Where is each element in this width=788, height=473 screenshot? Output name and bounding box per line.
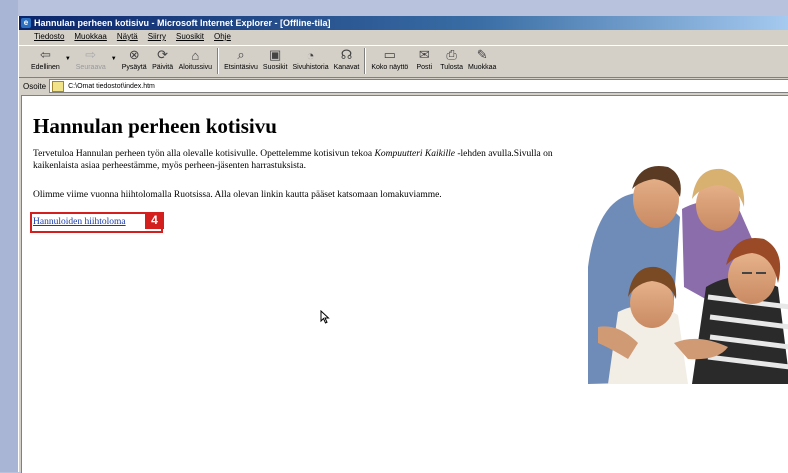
refresh-button[interactable]: ⟳ Päivitä bbox=[152, 46, 174, 77]
vacation-paragraph: Olimme viime vuonna hiihtolomalla Ruotsi… bbox=[33, 190, 442, 200]
menu-edit[interactable]: Muokkaa bbox=[74, 30, 106, 44]
intro-paragraph: Tervetuloa Hannulan perheen työn alla ol… bbox=[33, 149, 553, 171]
page-viewport: Hannulan perheen kotisivu Tervetuloa Han… bbox=[21, 95, 788, 473]
desktop-edge bbox=[0, 0, 18, 472]
mouse-cursor-icon bbox=[320, 310, 330, 324]
back-arrow-icon: ⇦ bbox=[39, 47, 51, 62]
fullscreen-icon: ▭ bbox=[383, 47, 396, 62]
family-photo bbox=[588, 165, 788, 384]
address-value: C:\Omat tiedostot\index.htm bbox=[68, 82, 155, 90]
forward-arrow-icon: ⇨ bbox=[85, 47, 97, 62]
page-icon bbox=[52, 80, 65, 92]
menu-go[interactable]: Siirry bbox=[148, 30, 166, 44]
history-button[interactable]: ◔ Sivuhistoria bbox=[292, 46, 328, 77]
edit-button[interactable]: ✎ Muokkaa bbox=[468, 46, 496, 77]
forward-button[interactable]: ⇨ Seuraava bbox=[76, 46, 106, 77]
favorites-button[interactable]: ▣ Suosikit bbox=[263, 46, 288, 77]
back-dropdown-icon[interactable]: ▼ bbox=[65, 56, 71, 62]
menu-view[interactable]: Näytä bbox=[117, 30, 138, 44]
home-icon: ⌂ bbox=[191, 47, 200, 63]
address-label: Osoite bbox=[23, 81, 47, 91]
toolbar-separator bbox=[217, 48, 220, 74]
magazine-name: Kompuutteri Kaikille bbox=[374, 149, 455, 159]
fullscreen-button[interactable]: ▭ Koko näyttö bbox=[371, 46, 408, 77]
address-input[interactable]: C:\Omat tiedostot\index.htm bbox=[49, 79, 788, 93]
toolbar: ⇦ Edellinen ▼ ⇨ Seuraava ▼ ⊗ Pysäytä ⟳ P… bbox=[19, 45, 788, 78]
ie-logo-icon: e bbox=[21, 18, 31, 28]
print-icon: ⎙ bbox=[446, 47, 457, 62]
toolbar-separator bbox=[364, 48, 367, 74]
home-button[interactable]: ⌂ Aloitussivu bbox=[179, 46, 212, 77]
history-icon: ◔ bbox=[306, 47, 315, 63]
address-bar: Osoite C:\Omat tiedostot\index.htm bbox=[19, 79, 788, 93]
search-button[interactable]: ⌕ Etsintäsivu bbox=[224, 46, 258, 77]
menu-file[interactable]: Tiedosto bbox=[34, 30, 64, 44]
page-title: Hannulan perheen kotisivu bbox=[33, 114, 277, 138]
mail-button[interactable]: ✉ Posti bbox=[413, 46, 435, 77]
stop-icon: ⊗ bbox=[128, 47, 140, 62]
menu-favorites[interactable]: Suosikit bbox=[176, 30, 204, 44]
back-button[interactable]: ⇦ Edellinen bbox=[31, 46, 60, 77]
browser-window: e Hannulan perheen kotisivu - Microsoft … bbox=[18, 16, 788, 473]
edit-icon: ✎ bbox=[476, 47, 488, 62]
forward-dropdown-icon[interactable]: ▼ bbox=[111, 56, 117, 62]
step-badge: 4 bbox=[145, 212, 164, 229]
menu-bar: Tiedosto Muokkaa Näytä Siirry Suosikit O… bbox=[19, 30, 788, 44]
window-title: Hannulan perheen kotisivu - Microsoft In… bbox=[34, 18, 331, 28]
print-button[interactable]: ⎙ Tulosta bbox=[440, 46, 463, 77]
search-icon: ⌕ bbox=[237, 47, 245, 62]
favorites-icon: ▣ bbox=[269, 47, 282, 62]
channels-icon: ☊ bbox=[340, 47, 353, 62]
menu-help[interactable]: Ohje bbox=[214, 30, 231, 44]
title-bar: e Hannulan perheen kotisivu - Microsoft … bbox=[19, 16, 788, 30]
refresh-icon: ⟳ bbox=[157, 47, 169, 62]
highlight-box bbox=[30, 212, 163, 233]
stop-button[interactable]: ⊗ Pysäytä bbox=[122, 46, 147, 77]
mail-icon: ✉ bbox=[418, 47, 430, 62]
channels-button[interactable]: ☊ Kanavat bbox=[334, 46, 360, 77]
